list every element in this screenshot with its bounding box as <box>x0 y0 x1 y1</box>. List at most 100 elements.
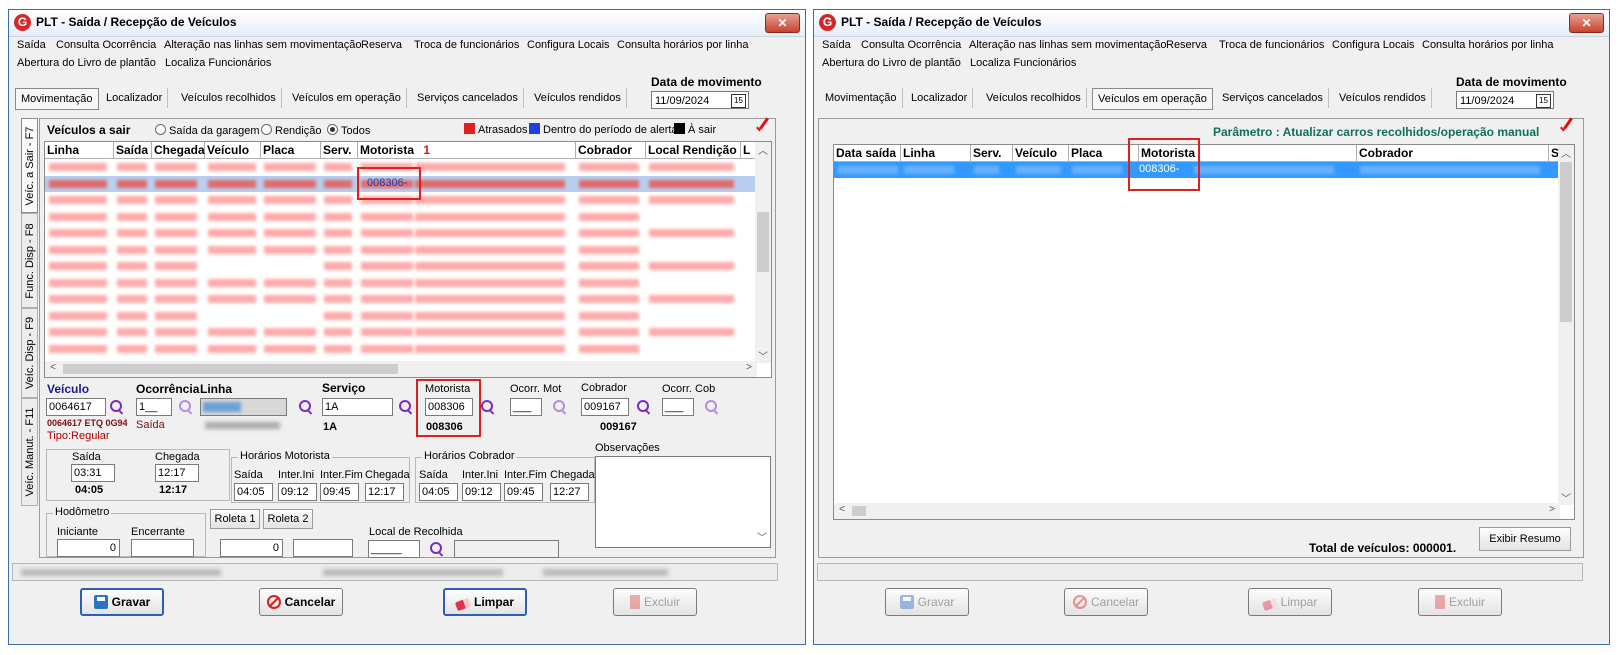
col-header-linha[interactable]: Linha <box>901 145 971 162</box>
calendar-icon[interactable]: 15 <box>731 94 746 108</box>
scroll-up-icon[interactable]: ︿ <box>755 142 771 157</box>
hc-chegada-input[interactable]: 12:27 <box>550 483 589 501</box>
col-header-placa[interactable]: Placa <box>261 142 321 159</box>
roleta-input-2[interactable] <box>293 539 353 557</box>
exibir-resumo-button[interactable]: Exibir Resumo <box>1479 527 1571 551</box>
scroll-right-icon[interactable]: > <box>741 362 757 373</box>
tab-movimentacao[interactable]: Movimentação <box>820 88 903 108</box>
close-button[interactable]: ✕ <box>1569 13 1604 33</box>
limpar-button[interactable]: Limpar <box>1248 588 1332 616</box>
search-ocorrencia-icon[interactable] <box>178 399 194 415</box>
col-header-veiculo[interactable]: Veículo <box>205 142 261 159</box>
col-header-veiculo[interactable]: Veículo <box>1013 145 1069 162</box>
roleta2-tab[interactable]: Roleta 2 <box>263 509 313 529</box>
tab-veiculos-recolhidos[interactable]: Veículos recolhidos <box>176 88 282 108</box>
grid-horizontal-scrollbar[interactable]: < > <box>45 361 757 377</box>
col-header-motorista[interactable]: Motorista 1 <box>358 142 576 159</box>
excluir-button[interactable]: Excluir <box>1418 588 1502 616</box>
scroll-right-icon[interactable]: > <box>1544 504 1560 515</box>
confirm-check-icon[interactable] <box>1559 122 1575 136</box>
menu-consulta-ocorrencia[interactable]: Consulta Ocorrência <box>56 39 156 51</box>
hm-inter-ini-input[interactable]: 09:12 <box>278 483 317 501</box>
side-tab-func-disp[interactable]: Func. Disp - F8 <box>21 213 38 308</box>
col-header-saida[interactable]: Saída <box>114 142 152 159</box>
scroll-up-icon[interactable]: ︿ <box>1558 145 1574 160</box>
table-row[interactable] <box>45 209 757 225</box>
scroll-down-icon[interactable]: ﹀ <box>755 348 771 363</box>
col-header-linha[interactable]: Linha <box>45 142 114 159</box>
servico-input[interactable]: 1A <box>322 398 393 416</box>
calendar-icon[interactable]: 15 <box>1536 94 1551 108</box>
col-header-local-rendicao[interactable]: Local Rendição <box>646 142 741 159</box>
grid-vertical-scrollbar[interactable]: ︿ ﹀ <box>1558 145 1574 505</box>
saida-input[interactable]: 03:31 <box>71 464 115 482</box>
table-row[interactable] <box>45 242 757 258</box>
hm-saida-input[interactable]: 04:05 <box>234 483 273 501</box>
confirm-check-icon[interactable] <box>755 122 771 136</box>
hc-saida-input[interactable]: 04:05 <box>419 483 458 501</box>
search-local-recolhida-icon[interactable] <box>429 541 445 557</box>
tab-veiculos-rendidos[interactable]: Veículos rendidos <box>529 88 627 108</box>
menu-localiza-funcionarios[interactable]: Localiza Funcionários <box>970 57 1076 69</box>
roleta1-tab[interactable]: Roleta 1 <box>210 509 260 529</box>
scroll-down-icon[interactable]: ﹀ <box>1558 490 1574 505</box>
limpar-button[interactable]: Limpar <box>443 588 527 616</box>
col-header-chegada[interactable]: Chegada <box>152 142 205 159</box>
menu-reserva[interactable]: Reserva <box>1166 39 1207 51</box>
tab-localizador[interactable]: Localizador <box>101 88 169 108</box>
side-tab-veic-a-sair[interactable]: Veíc. a Sair - F7 <box>21 118 38 213</box>
gravar-button[interactable]: Gravar <box>80 588 164 616</box>
grid-vertical-scrollbar[interactable]: ︿ ﹀ <box>755 142 771 363</box>
hc-inter-fim-input[interactable]: 09:45 <box>504 483 543 501</box>
tab-movimentacao[interactable]: Movimentação <box>15 88 99 110</box>
search-servico-icon[interactable] <box>398 399 414 415</box>
table-row[interactable] <box>45 308 757 324</box>
textarea-scroll-down-icon[interactable]: ﹀ <box>754 531 770 547</box>
table-row[interactable] <box>45 291 757 307</box>
excluir-button[interactable]: Excluir <box>613 588 697 616</box>
menu-saida[interactable]: Saída <box>17 39 46 51</box>
search-cobrador-icon[interactable] <box>636 399 652 415</box>
cancelar-button[interactable]: Cancelar <box>1064 588 1148 616</box>
menu-consulta-horarios[interactable]: Consulta horários por linha <box>1422 39 1553 51</box>
scroll-thumb[interactable] <box>1560 162 1572 322</box>
menu-abertura-livro[interactable]: Abertura do Livro de plantão <box>17 57 156 69</box>
search-ocorr-mot-icon[interactable] <box>552 399 568 415</box>
local-recolhida-input[interactable]: _____ <box>368 540 420 558</box>
cobrador-input[interactable]: 009167 <box>581 398 629 416</box>
hscroll-thumb[interactable] <box>63 364 398 374</box>
hc-inter-ini-input[interactable]: 09:12 <box>462 483 501 501</box>
gravar-button[interactable]: Gravar <box>885 588 969 616</box>
tab-servicos-cancelados[interactable]: Serviços cancelados <box>1217 88 1329 108</box>
table-row[interactable] <box>45 324 757 340</box>
table-row[interactable] <box>45 225 757 241</box>
motorista-input[interactable]: 008306 <box>425 398 473 416</box>
search-ocorr-cob-icon[interactable] <box>704 399 720 415</box>
col-header-data-saida[interactable]: Data saída <box>834 145 901 162</box>
tab-localizador[interactable]: Localizador <box>906 88 974 108</box>
tab-servicos-cancelados[interactable]: Serviços cancelados <box>412 88 524 108</box>
encerrante-input[interactable] <box>131 539 194 557</box>
ocorrencia-input[interactable]: 1__ <box>136 398 172 416</box>
menu-abertura-livro[interactable]: Abertura do Livro de plantão <box>822 57 961 69</box>
ocorr-mot-input[interactable]: ___ <box>510 398 542 416</box>
menu-alteracao-linhas[interactable]: Alteração nas linhas sem movimentação <box>164 39 361 51</box>
col-header-cobrador[interactable]: Cobrador <box>1357 145 1549 162</box>
roleta-input[interactable]: 0 <box>220 539 283 557</box>
date-input[interactable]: 11/09/2024 15 <box>651 91 749 109</box>
menu-troca-funcionarios[interactable]: Troca de funcionários <box>1219 39 1324 51</box>
menu-saida[interactable]: Saída <box>822 39 851 51</box>
tab-veiculos-rendidos[interactable]: Veículos rendidos <box>1334 88 1432 108</box>
iniciante-input[interactable]: 0 <box>57 539 120 557</box>
col-header-cobrador[interactable]: Cobrador <box>576 142 646 159</box>
close-button[interactable]: ✕ <box>765 13 800 33</box>
menu-consulta-ocorrencia[interactable]: Consulta Ocorrência <box>861 39 961 51</box>
search-veiculo-icon[interactable] <box>109 399 125 415</box>
table-row[interactable] <box>45 258 757 274</box>
table-row[interactable] <box>45 341 757 357</box>
hscroll-thumb[interactable] <box>852 506 866 516</box>
radio-saida-garagem[interactable]: Saída da garagem <box>155 124 260 137</box>
radio-rendicao[interactable]: Rendição <box>261 124 321 137</box>
search-linha-icon[interactable] <box>298 399 314 415</box>
veiculo-input[interactable]: 0064617 <box>46 398 106 416</box>
